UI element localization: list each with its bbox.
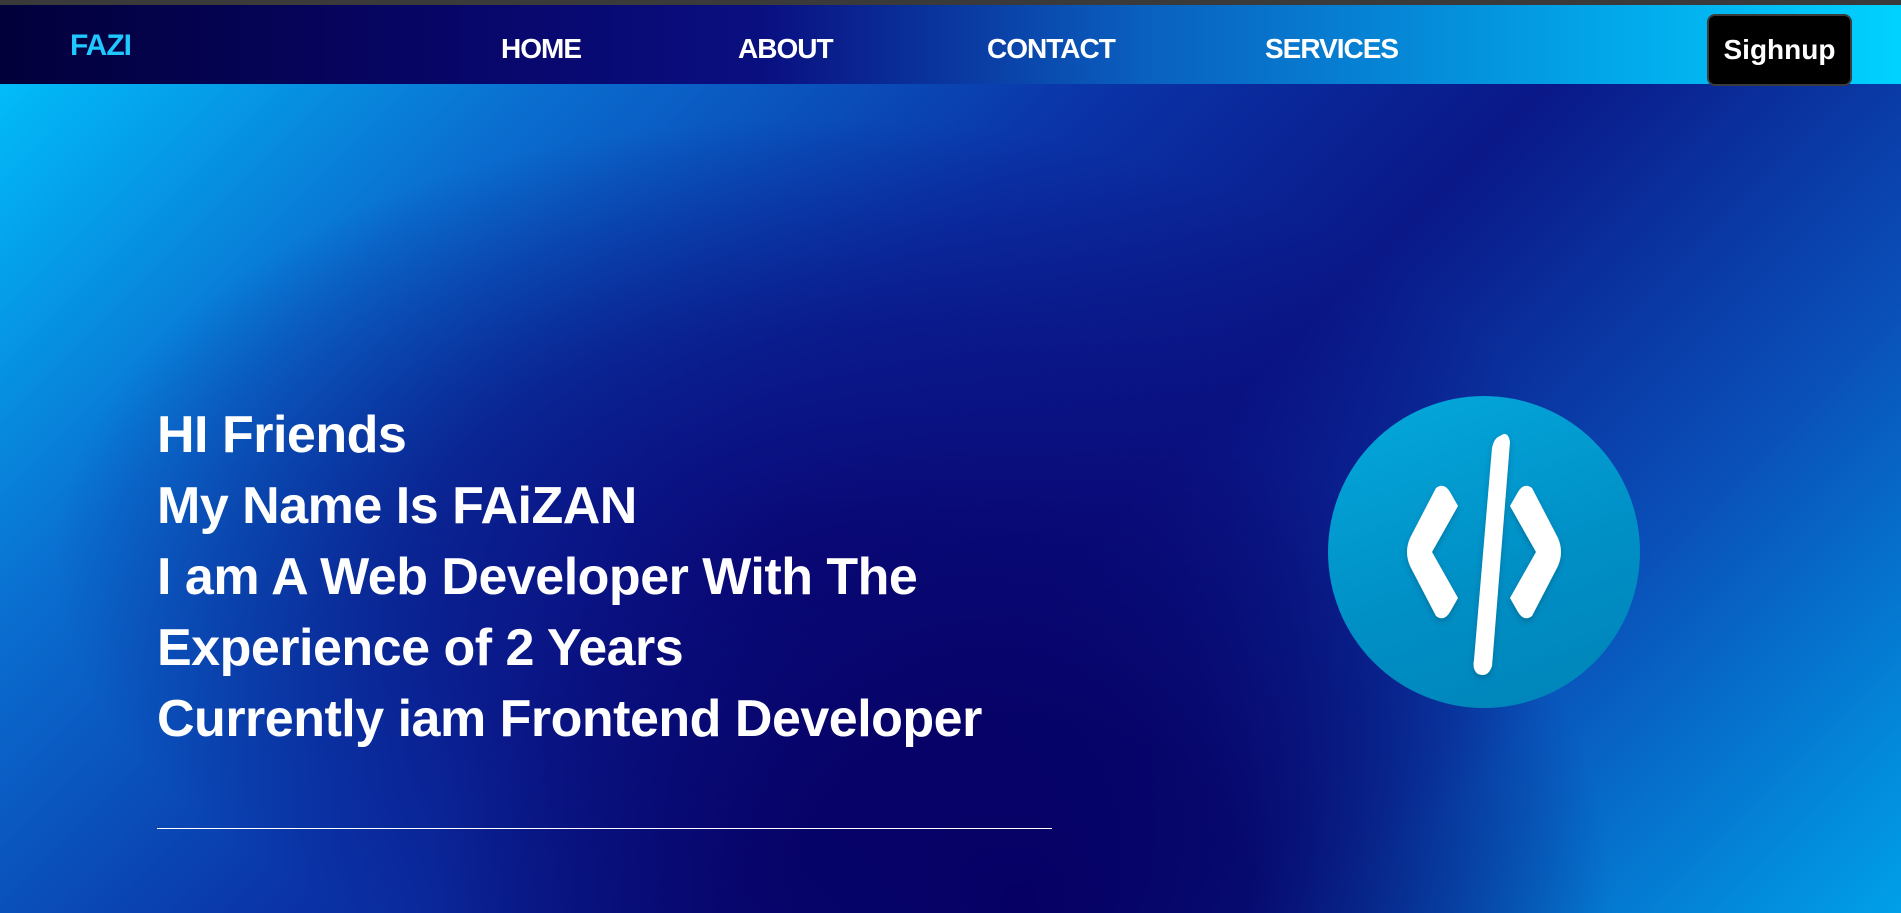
signup-button[interactable]: Sighnup [1707, 14, 1852, 86]
hero-current: Currently iam Frontend Developer [157, 690, 982, 748]
nav-link-about[interactable]: ABOUT [738, 33, 834, 65]
hero-name: My Name Is FAiZAN [157, 477, 637, 535]
nav-link-contact[interactable]: CONTACT [987, 33, 1116, 65]
hero-intro: HI Friends My Name Is FAiZAN I am A Web … [157, 400, 1077, 755]
hero-experience: Experience of 2 Years [157, 619, 684, 677]
hero-greeting: HI Friends [157, 406, 407, 464]
nav-link-services[interactable]: SERVICES [1265, 33, 1399, 65]
navbar: FAZI HOME ABOUT CONTACT SERVICES [0, 5, 1901, 84]
brand-logo[interactable]: FAZI [70, 29, 132, 63]
code-logo-badge [1328, 396, 1640, 708]
hero-divider [157, 828, 1052, 829]
hero-role: I am A Web Developer With The [157, 548, 918, 606]
code-icon [1407, 434, 1561, 675]
nav-link-home[interactable]: HOME [501, 33, 582, 65]
